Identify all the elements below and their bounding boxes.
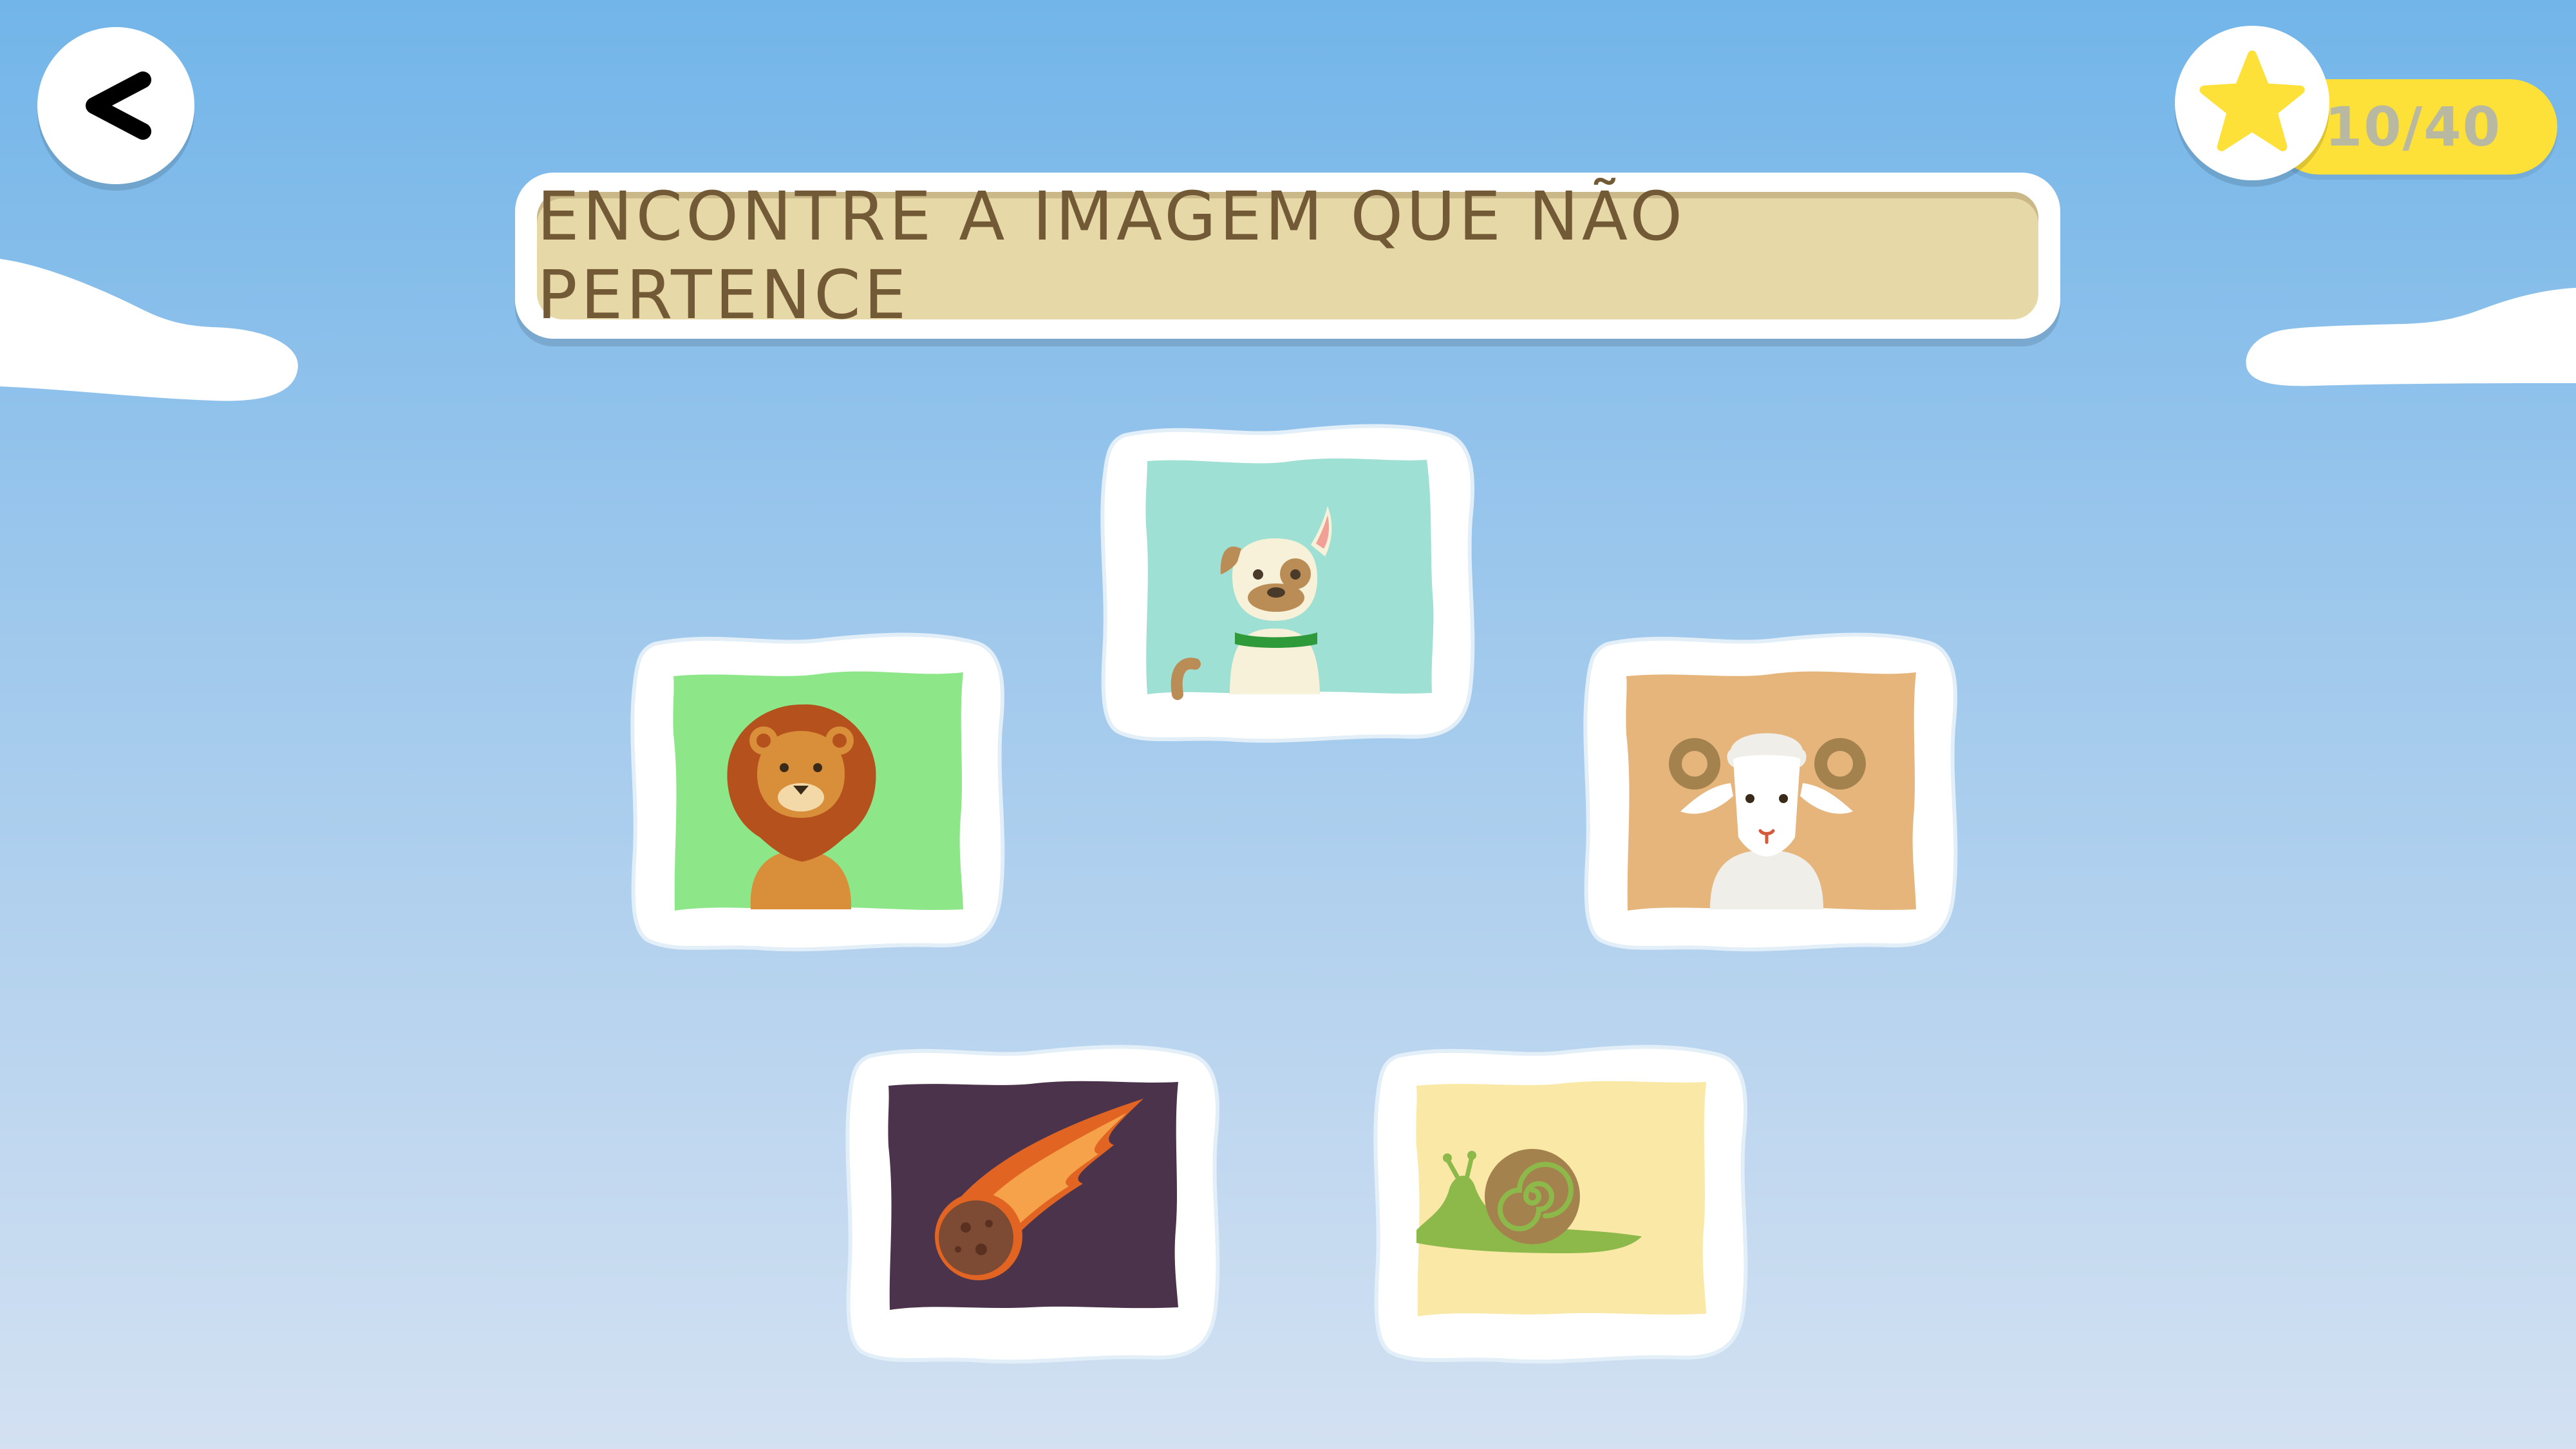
- star-icon: [2199, 50, 2305, 151]
- card-sheep[interactable]: [1581, 625, 1961, 960]
- instruction-text: ENCONTRE A IMAGEM QUE NÃO PERTENCE: [537, 177, 2038, 334]
- back-button[interactable]: [37, 27, 194, 184]
- cloud-left: [0, 259, 298, 401]
- meteor-icon: [888, 1081, 1178, 1310]
- card-meteor[interactable]: [843, 1037, 1223, 1372]
- sheep-icon: [1626, 671, 1916, 911]
- score-counter: 10/40: [2175, 26, 2561, 187]
- lion-icon: [673, 671, 963, 911]
- instruction-banner: ENCONTRE A IMAGEM QUE NÃO PERTENCE: [515, 173, 2060, 339]
- cloud-right: [2246, 288, 2576, 386]
- card-dog[interactable]: [1098, 416, 1478, 751]
- score-star-badge: [2175, 26, 2329, 180]
- dog-icon: [1145, 458, 1434, 700]
- chevron-left-icon: [86, 71, 151, 140]
- card-lion[interactable]: [628, 625, 1008, 960]
- snail-icon: [1416, 1081, 1706, 1316]
- card-snail[interactable]: [1371, 1037, 1751, 1372]
